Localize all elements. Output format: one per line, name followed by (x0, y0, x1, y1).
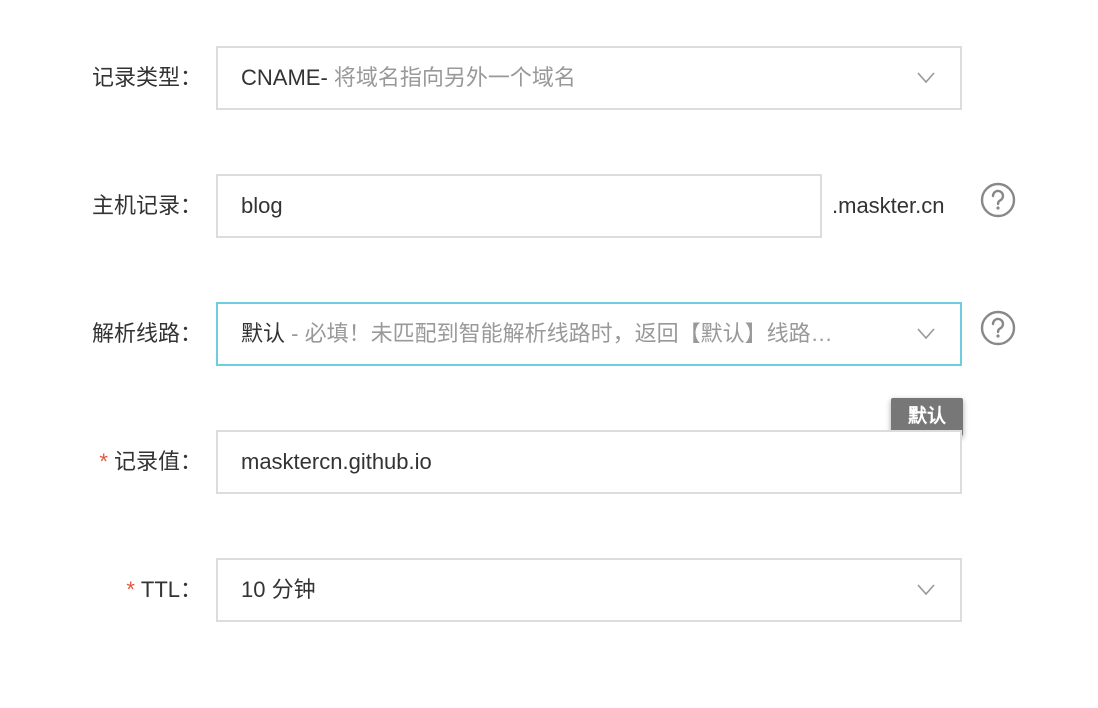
required-mark: * (99, 449, 108, 474)
host-record-input[interactable]: blog (216, 174, 822, 238)
domain-suffix: .maskter.cn (832, 193, 945, 218)
record-value-label: * 记录值： (99, 430, 202, 494)
resolution-line-label: 解析线路： (91, 321, 202, 346)
chevron-down-icon (917, 584, 935, 596)
ttl-select[interactable]: 10 分钟 (216, 558, 962, 622)
host-record-value: blog (241, 193, 283, 218)
record-type-select[interactable]: CNAME- 将域名指向另外一个域名 (216, 46, 962, 110)
record-type-row: 记录类型： CNAME- 将域名指向另外一个域名 (0, 46, 1098, 110)
chevron-down-icon (917, 72, 935, 84)
question-circle-icon[interactable] (980, 310, 1016, 346)
ttl-label-text: TTL： (140, 577, 202, 602)
ttl-row: * TTL： 10 分钟 (0, 558, 1098, 622)
dns-record-form: 记录类型： CNAME- 将域名指向另外一个域名 主机记录： blog .mas… (0, 0, 1098, 708)
record-value-input[interactable]: masktercn.github.io (216, 430, 962, 494)
required-mark: * (126, 577, 135, 602)
record-value-row: * 记录值： masktercn.github.io (0, 430, 1098, 494)
resolution-line-select[interactable]: 默认 - 必填！未匹配到智能解析线路时，返回【默认】线路… (216, 302, 962, 366)
host-record-row: 主机记录： blog .maskter.cn (0, 174, 1098, 238)
chevron-down-icon (917, 328, 935, 340)
record-type-value: CNAME- 将域名指向另外一个域名 (241, 48, 891, 108)
record-value-value: masktercn.github.io (241, 449, 432, 474)
ttl-label: * TTL： (126, 558, 202, 622)
resolution-line-value-main: 默认 (241, 321, 286, 346)
ttl-value: 10 分钟 (241, 577, 316, 602)
resolution-line-value: 默认 - 必填！未匹配到智能解析线路时，返回【默认】线路… (241, 304, 896, 364)
record-type-label: 记录类型： (91, 65, 202, 90)
resolution-line-row: 解析线路： 默认 - 必填！未匹配到智能解析线路时，返回【默认】线路… (0, 302, 1098, 366)
question-circle-icon[interactable] (980, 182, 1016, 218)
record-type-value-desc: 将域名指向另外一个域名 (327, 65, 576, 90)
resolution-line-value-desc: - 必填！未匹配到智能解析线路时，返回【默认】线路… (285, 321, 833, 346)
record-value-label-text: 记录值： (113, 449, 202, 474)
record-type-value-prefix: CNAME- (241, 65, 328, 90)
host-record-label: 主机记录： (91, 193, 202, 218)
